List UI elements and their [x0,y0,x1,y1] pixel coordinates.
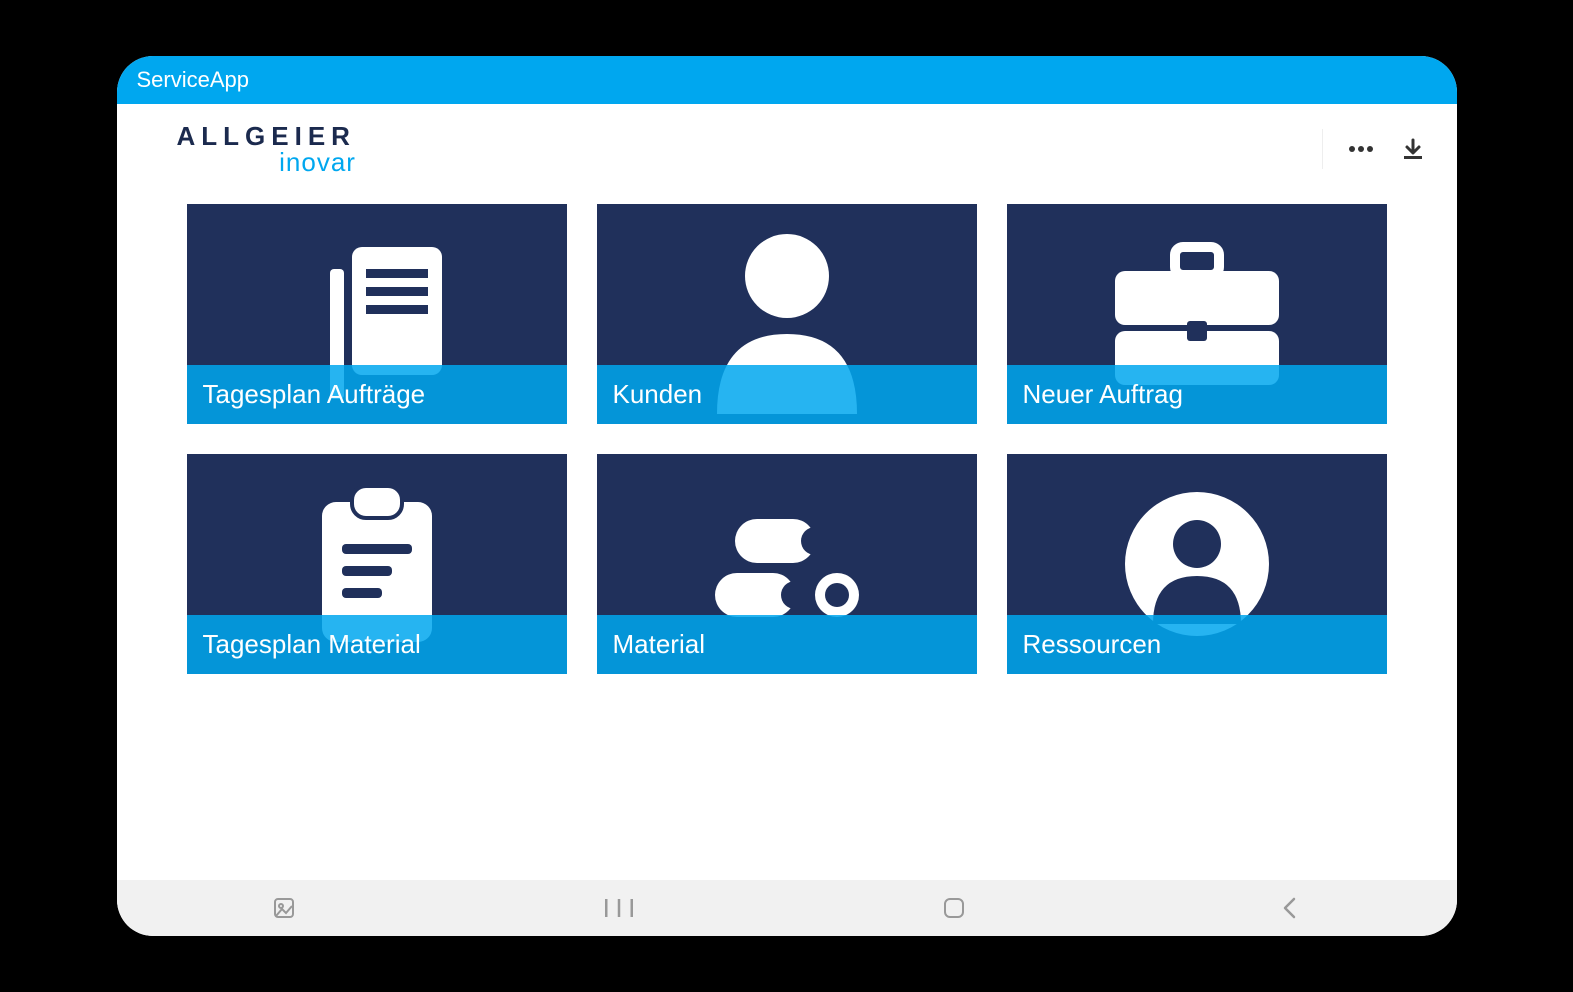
tile-label: Material [597,615,977,674]
tile-label: Tagesplan Aufträge [187,365,567,424]
back-icon [1282,897,1296,919]
divider [1322,129,1323,169]
logo-bottom-text: inovar [279,149,356,175]
app-window: ServiceApp ALLGEIER inovar [117,56,1457,936]
system-nav-bar [117,880,1457,936]
tile-ressourcen[interactable]: Ressourcen [1007,454,1387,674]
tile-label: Ressourcen [1007,615,1387,674]
nav-home-button[interactable] [934,888,974,928]
content-area: Tagesplan Aufträge Kunden [117,194,1457,880]
download-icon [1401,137,1425,161]
logo: ALLGEIER inovar [177,123,356,175]
tile-tagesplan-material[interactable]: Tagesplan Material [187,454,567,674]
nav-recents-button[interactable] [599,888,639,928]
tile-label: Kunden [597,365,977,424]
tile-neuer-auftrag[interactable]: Neuer Auftrag [1007,204,1387,424]
tile-kunden[interactable]: Kunden [597,204,977,424]
tile-tagesplan-auftraege[interactable]: Tagesplan Aufträge [187,204,567,424]
recents-icon [605,899,633,917]
screenshot-icon [272,896,296,920]
tile-grid: Tagesplan Aufträge Kunden [187,204,1387,674]
tile-material[interactable]: Material [597,454,977,674]
app-title: ServiceApp [137,67,250,93]
app-header: ALLGEIER inovar [117,104,1457,194]
header-actions [1322,129,1427,169]
nav-screenshot-button[interactable] [264,888,304,928]
more-button[interactable] [1347,135,1375,163]
logo-top-text: ALLGEIER [177,123,356,149]
download-button[interactable] [1399,135,1427,163]
home-icon [943,897,965,919]
title-bar: ServiceApp [117,56,1457,104]
more-icon [1348,145,1374,153]
tile-label: Neuer Auftrag [1007,365,1387,424]
nav-back-button[interactable] [1269,888,1309,928]
tile-label: Tagesplan Material [187,615,567,674]
